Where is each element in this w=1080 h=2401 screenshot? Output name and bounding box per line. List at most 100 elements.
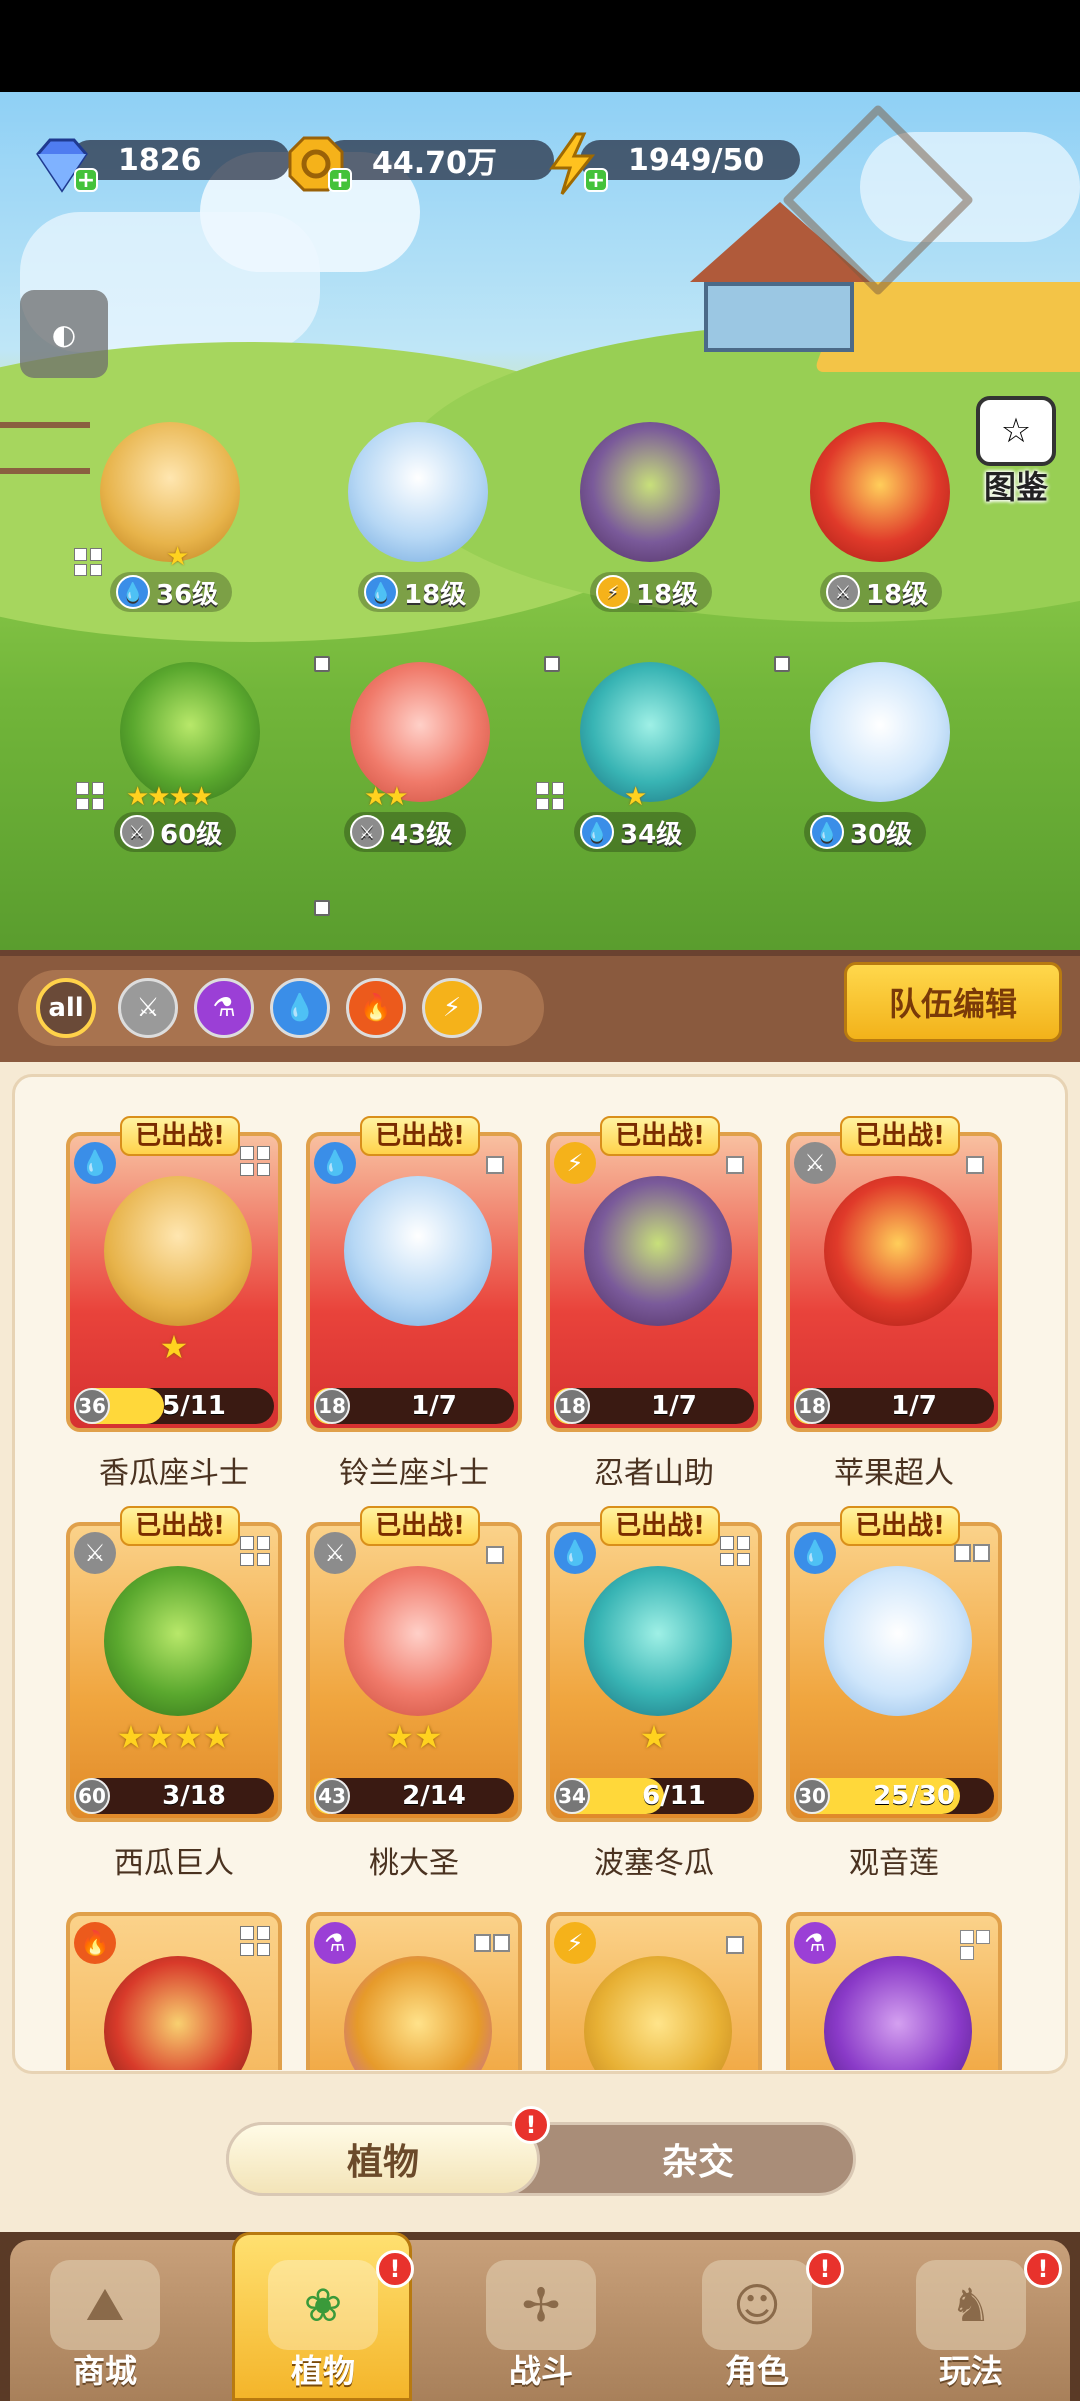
plant-card[interactable]: 已出战! 💧 18 1/7 铃兰座斗士 — [306, 1116, 522, 1491]
plant-card[interactable]: ⚗ — [306, 1912, 522, 2070]
lightning-icon: ⚡ — [554, 1922, 596, 1964]
card-level: 18 — [554, 1388, 590, 1424]
lineup-hero-8[interactable]: 💧 30级 — [780, 652, 980, 852]
progress-bar: 43 2/14 — [314, 1778, 514, 1814]
plant-card[interactable]: 已出战! ⚔ 18 1/7 苹果超人 — [786, 1116, 1002, 1491]
lineup-hero-5[interactable]: ★★★★ ⚔ 60级 — [76, 652, 290, 852]
lineup-hero-4[interactable]: ⚔ 18级 — [780, 412, 980, 612]
formation-icon — [480, 1150, 510, 1180]
shop-icon: ⛰ — [50, 2260, 160, 2350]
plants-icon: ❀ — [268, 2260, 378, 2350]
plant-card[interactable]: 🔥 — [66, 1912, 282, 2070]
hero-level: 💧 34级 — [574, 812, 697, 852]
plant-grid-row-partial: 🔥 ⚗ ⚡ ⚗ — [0, 1908, 1080, 2070]
progress-bar: 34 6/11 — [554, 1778, 754, 1814]
progress-bar: 36 5/11 — [74, 1388, 274, 1424]
alert-badge: ! — [806, 2250, 844, 2288]
filter-sword-icon[interactable]: ⚔ — [118, 978, 178, 1038]
book-icon: ☆ — [976, 396, 1056, 466]
plant-card[interactable]: 已出战! 💧 ★ 34 6/11 波塞冬瓜 — [546, 1506, 762, 1881]
card-level: 36 — [74, 1388, 110, 1424]
energy-resource[interactable]: + 1949/50 — [540, 132, 800, 195]
plant-card[interactable]: ⚗ — [786, 1912, 1002, 2070]
alert-badge: ! — [1024, 2250, 1062, 2288]
hero-level: ⚔ 18级 — [820, 572, 943, 612]
card-name: 铃兰座斗士 — [339, 1456, 489, 1491]
coins-count: 44.70万 — [324, 140, 554, 181]
formation-icon — [720, 1536, 750, 1566]
sword-icon: ⚔ — [350, 815, 384, 849]
progress-bar: 18 1/7 — [554, 1388, 754, 1424]
star-rating: ★ — [639, 1718, 669, 1756]
water-drop-icon: 💧 — [314, 1142, 356, 1184]
lineup-hero-2[interactable]: 💧 18级 — [318, 412, 518, 612]
card-name: 观音莲 — [849, 1846, 939, 1881]
card-progress: 3/18 — [162, 1781, 226, 1811]
add-coins-button[interactable]: + — [328, 168, 352, 192]
card-progress: 1/7 — [411, 1391, 457, 1421]
add-energy-button[interactable]: + — [584, 168, 608, 192]
add-gems-button[interactable]: + — [74, 168, 98, 192]
star-rating: ★★ — [385, 1718, 443, 1756]
coins-resource[interactable]: + 44.70万 — [284, 132, 554, 192]
character-icon: ☺ — [702, 2260, 812, 2350]
lineup-hero-7[interactable]: ★ 💧 34级 — [536, 652, 750, 852]
star-rating: ★★★★ — [116, 1718, 232, 1756]
lineup-hero-6[interactable]: ★★ ⚔ 43级 — [320, 652, 520, 852]
plant-card[interactable]: 已出战! ⚡ 18 1/7 忍者山助 — [546, 1116, 762, 1491]
card-progress: 25/30 — [873, 1781, 955, 1811]
team-edit-button[interactable]: 队伍编辑 — [844, 962, 1062, 1042]
card-name: 苹果超人 — [834, 1456, 954, 1491]
formation-icon — [240, 1536, 270, 1566]
lightning-icon: ⚡ — [596, 575, 630, 609]
nav-label: 玩法 — [938, 2352, 1003, 2390]
nav-battle[interactable]: ✢ 战斗 — [446, 2250, 636, 2401]
toggle-button[interactable]: ◐ — [20, 290, 108, 378]
sword-icon: ⚔ — [74, 1532, 116, 1574]
hero-level: 💧 36级 — [110, 572, 233, 612]
progress-bar: 30 25/30 — [794, 1778, 994, 1814]
formation-icon — [480, 1540, 510, 1570]
filter-poison-icon[interactable]: ⚗ — [194, 978, 254, 1038]
lineup-hero-3[interactable]: ⚡ 18级 — [550, 412, 750, 612]
alert-badge: ! — [512, 2106, 550, 2144]
star-rating: ★ — [159, 1328, 189, 1366]
plant-card[interactable]: 已出战! 💧 ★ 36 5/11 香瓜座斗士 — [66, 1116, 282, 1491]
filter-thunder-icon[interactable]: ⚡ — [422, 978, 482, 1038]
card-name: 桃大圣 — [369, 1846, 459, 1881]
formation-icon — [720, 1150, 750, 1180]
gameplay-icon: ♞ — [916, 2260, 1026, 2350]
gems-resource[interactable]: + 1826 — [30, 132, 290, 193]
star-rating: ★★ — [364, 782, 409, 812]
water-drop-icon: 💧 — [580, 815, 614, 849]
tab-plants[interactable]: 植物 — [226, 2122, 540, 2196]
lineup-hero-1[interactable]: ★ 💧 36级 — [70, 412, 270, 612]
filter-fire-icon[interactable]: 🔥 — [346, 978, 406, 1038]
filter-all[interactable]: all — [36, 978, 96, 1038]
card-level: 34 — [554, 1778, 590, 1814]
plant-card[interactable]: 已出战! ⚔ ★★ 43 2/14 桃大圣 — [306, 1506, 522, 1881]
sword-icon: ⚔ — [120, 815, 154, 849]
progress-bar: 18 1/7 — [314, 1388, 514, 1424]
nav-shop[interactable]: ⛰ 商城 — [10, 2250, 200, 2401]
sword-icon: ⚔ — [794, 1142, 836, 1184]
lineup-scene: ★ 💧 36级 💧 18级 ⚡ 18级 ⚔ 18级 ★★★★ ⚔ 60级 ★★ ⚔ 43级 … — [0, 92, 1080, 950]
gems-count: 1826 — [70, 140, 290, 180]
encyclopedia-button[interactable]: ☆ 图鉴 — [966, 396, 1066, 506]
water-drop-icon: 💧 — [554, 1532, 596, 1574]
formation-icon — [74, 548, 102, 576]
plant-card[interactable]: ⚡ — [546, 1912, 762, 2070]
tab-hybrid[interactable]: 杂交 — [540, 2122, 856, 2196]
filter-water-icon[interactable]: 💧 — [270, 978, 330, 1038]
formation-icon — [536, 782, 564, 810]
sword-icon: ⚔ — [314, 1532, 356, 1574]
formation-icon — [240, 1146, 270, 1176]
card-level: 30 — [794, 1778, 830, 1814]
formation-icon — [474, 1934, 510, 1964]
hero-level: 💧 30级 — [804, 812, 927, 852]
hero-level: ⚡ 18级 — [590, 572, 713, 612]
plant-card[interactable]: 已出战! ⚔ ★★★★ 60 3/18 西瓜巨人 — [66, 1506, 282, 1881]
hero-level: ⚔ 60级 — [114, 812, 237, 852]
plant-card[interactable]: 已出战! 💧 30 25/30 观音莲 — [786, 1506, 1002, 1881]
status-bar — [0, 0, 1080, 92]
